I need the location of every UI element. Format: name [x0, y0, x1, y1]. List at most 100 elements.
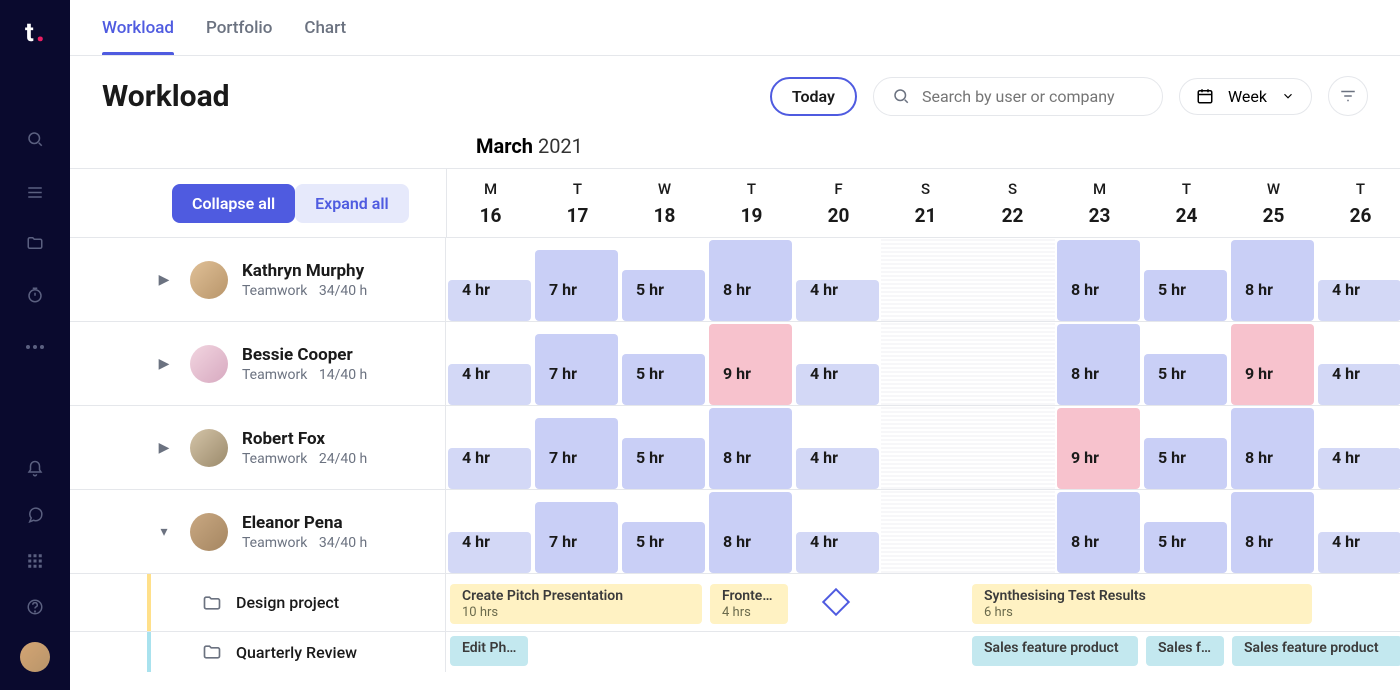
calendar-header: M16 T17 W18 T19 F20 S21 S22 M23 T24 W25 …	[446, 169, 1400, 237]
hours-cell[interactable]: 4 hr	[1318, 448, 1400, 489]
day-column: S22	[969, 169, 1056, 237]
hours-cell[interactable]: 8 hr	[709, 492, 792, 573]
hours-cell[interactable]: 4 hr	[796, 532, 879, 573]
task-name: Sales feature product	[984, 640, 1126, 656]
current-user-avatar[interactable]	[20, 642, 50, 672]
tab-workload[interactable]: Workload	[102, 0, 174, 55]
day-column: M23	[1056, 169, 1143, 237]
expand-caret[interactable]: ▶	[152, 440, 176, 456]
hours-cell[interactable]: 7 hr	[535, 250, 618, 321]
chat-icon[interactable]	[24, 504, 46, 526]
task-name: Edit Ph…	[462, 640, 516, 656]
hours-cell[interactable]: 8 hr	[1231, 492, 1314, 573]
hours-cell[interactable]: 4 hr	[796, 448, 879, 489]
calendar-icon	[1196, 87, 1214, 105]
day-column: M16	[447, 169, 534, 237]
avatar	[190, 261, 228, 299]
hours-cell[interactable]: 4 hr	[448, 364, 531, 405]
user-subtitle: Teamwork 34/40 h	[242, 535, 367, 551]
today-button[interactable]: Today	[770, 77, 857, 116]
person-row: ▾ Eleanor Pena Teamwork 34/40 h 4 hr 7 h…	[70, 490, 1400, 574]
hours-cell[interactable]: 4 hr	[1318, 532, 1400, 573]
project-name[interactable]: Design project	[236, 593, 339, 612]
hours-cell[interactable]: 5 hr	[622, 270, 705, 321]
user-subtitle: Teamwork 14/40 h	[242, 367, 367, 383]
hours-cell[interactable]: 9 hr	[1231, 324, 1314, 405]
task-bar[interactable]: Edit Ph…	[450, 636, 528, 666]
search-box[interactable]	[873, 77, 1163, 116]
hours-cell[interactable]: 5 hr	[1144, 438, 1227, 489]
hours-cell[interactable]: 5 hr	[622, 522, 705, 573]
hours-cell[interactable]: 4 hr	[796, 364, 879, 405]
hours-cell[interactable]: 8 hr	[1057, 240, 1140, 321]
collapse-all-button[interactable]: Collapse all	[172, 184, 295, 223]
user-name: Kathryn Murphy	[242, 261, 367, 281]
task-name: Create Pitch Presentation	[462, 588, 690, 604]
page-title: Workload	[102, 79, 230, 114]
user-subtitle: Teamwork 24/40 h	[242, 451, 367, 467]
hours-cell[interactable]: 5 hr	[622, 354, 705, 405]
collapse-caret[interactable]: ▾	[152, 524, 176, 540]
hours-cell[interactable]: 8 hr	[1231, 408, 1314, 489]
hours-cell[interactable]: 5 hr	[1144, 522, 1227, 573]
month-year: 2021	[538, 134, 583, 158]
hours-cell[interactable]: 8 hr	[709, 408, 792, 489]
help-icon[interactable]	[24, 596, 46, 618]
hours-cell[interactable]: 5 hr	[1144, 354, 1227, 405]
task-bar[interactable]: Create Pitch Presentation 10 hrs	[450, 584, 702, 624]
task-name: Sales f…	[1158, 640, 1212, 656]
search-icon[interactable]	[24, 128, 46, 150]
hours-cell[interactable]: 4 hr	[448, 280, 531, 321]
expand-caret[interactable]: ▶	[152, 356, 176, 372]
search-input[interactable]	[920, 86, 1144, 107]
day-column: T24	[1143, 169, 1230, 237]
folder-icon[interactable]	[24, 232, 46, 254]
hours-cell[interactable]: 4 hr	[1318, 364, 1400, 405]
milestone-icon[interactable]	[822, 588, 850, 616]
hours-cell[interactable]: 8 hr	[1231, 240, 1314, 321]
hours-cell[interactable]: 4 hr	[448, 532, 531, 573]
hours-cell[interactable]: 7 hr	[535, 502, 618, 573]
person-row: ▶ Kathryn Murphy Teamwork 34/40 h 4 hr 7…	[70, 238, 1400, 322]
avatar	[190, 345, 228, 383]
hours-cell[interactable]: 9 hr	[709, 324, 792, 405]
tab-portfolio[interactable]: Portfolio	[206, 0, 272, 55]
hours-cell[interactable]: 5 hr	[622, 438, 705, 489]
task-bar[interactable]: Synthesising Test Results 6 hrs	[972, 584, 1312, 624]
hours-cell[interactable]: 7 hr	[535, 334, 618, 405]
task-bar[interactable]: Sales feature product	[1232, 636, 1400, 666]
expand-all-button[interactable]: Expand all	[295, 184, 409, 223]
task-bar[interactable]: Sales f…	[1146, 636, 1224, 666]
day-column: F20	[795, 169, 882, 237]
hours-cell[interactable]: 5 hr	[1144, 270, 1227, 321]
day-column: W18	[621, 169, 708, 237]
filter-button[interactable]	[1328, 76, 1368, 116]
timer-icon[interactable]	[24, 284, 46, 306]
hours-cell[interactable]: 7 hr	[535, 418, 618, 489]
project-name[interactable]: Quarterly Review	[236, 643, 357, 662]
hours-cell[interactable]: 4 hr	[1318, 280, 1400, 321]
task-hours: 10 hrs	[462, 605, 498, 620]
period-select[interactable]: Week	[1179, 78, 1312, 115]
list-icon[interactable]	[24, 180, 46, 202]
bell-icon[interactable]	[24, 458, 46, 480]
user-name: Robert Fox	[242, 429, 367, 449]
task-bar[interactable]: Fronte… 4 hrs	[710, 584, 788, 624]
hours-cell[interactable]: 8 hr	[1057, 492, 1140, 573]
month-label: March 2021	[70, 128, 1400, 168]
task-bar[interactable]: Sales feature product	[972, 636, 1138, 666]
hours-cell[interactable]: 9 hr	[1057, 408, 1140, 489]
expand-caret[interactable]: ▶	[152, 272, 176, 288]
hours-cell[interactable]: 4 hr	[448, 448, 531, 489]
hours-cell[interactable]: 8 hr	[709, 240, 792, 321]
day-column: T19	[708, 169, 795, 237]
left-sidebar: t.	[0, 0, 70, 690]
grid-icon[interactable]	[24, 550, 46, 572]
top-tabs: Workload Portfolio Chart	[70, 0, 1400, 56]
folder-icon	[202, 642, 222, 662]
more-icon[interactable]	[24, 336, 46, 358]
avatar	[190, 513, 228, 551]
hours-cell[interactable]: 8 hr	[1057, 324, 1140, 405]
tab-chart[interactable]: Chart	[304, 0, 346, 55]
hours-cell[interactable]: 4 hr	[796, 280, 879, 321]
